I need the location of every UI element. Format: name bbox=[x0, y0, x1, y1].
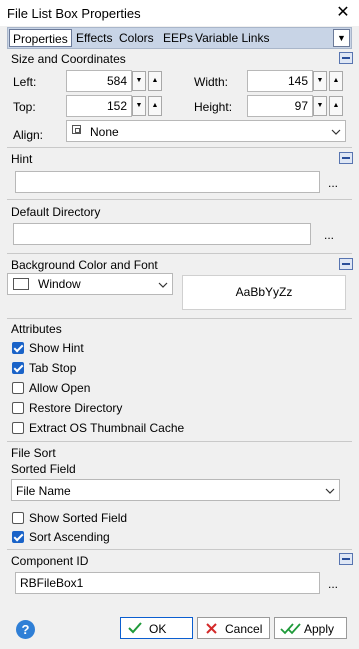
collapse-hint-section-icon[interactable] bbox=[339, 152, 353, 164]
file-sort-section-title: File Sort bbox=[11, 446, 56, 460]
show-hint-checkbox[interactable] bbox=[12, 342, 24, 354]
collapse-component-id-section-icon[interactable] bbox=[339, 553, 353, 565]
default-directory-ellipsis-button[interactable]: ... bbox=[321, 228, 337, 242]
chevron-down-icon bbox=[331, 129, 341, 135]
apply-label: Apply bbox=[304, 622, 335, 636]
width-field[interactable]: 145 bbox=[247, 70, 313, 92]
left-spin-down-icon[interactable]: ▼ bbox=[132, 71, 146, 91]
collapse-size-section-icon[interactable] bbox=[339, 52, 353, 64]
width-spin-up-icon[interactable]: ▲ bbox=[329, 71, 343, 91]
left-spin-up-icon[interactable]: ▲ bbox=[148, 71, 162, 91]
close-button[interactable]: ✕ bbox=[333, 3, 353, 23]
height-label: Height: bbox=[194, 100, 233, 114]
sorted-field-combo[interactable]: File Name bbox=[11, 479, 340, 501]
window-title: File List Box Properties bbox=[7, 6, 141, 21]
component-id-ellipsis-button[interactable]: ... bbox=[325, 577, 341, 591]
tab-eeps[interactable]: EEPs bbox=[163, 31, 193, 45]
separator bbox=[7, 147, 352, 148]
tab-effects[interactable]: Effects bbox=[76, 31, 112, 45]
hint-section-title: Hint bbox=[11, 152, 33, 166]
align-combo[interactable]: None bbox=[66, 120, 346, 142]
double-check-icon bbox=[280, 623, 301, 635]
tab-overflow-dropdown[interactable]: ▼ bbox=[333, 29, 350, 47]
left-label: Left: bbox=[13, 75, 37, 89]
size-section-title: Size and Coordinates bbox=[11, 52, 126, 66]
sorted-field-value: File Name bbox=[16, 484, 71, 498]
default-directory-input[interactable] bbox=[13, 223, 311, 245]
attributes-section-title: Attributes bbox=[11, 322, 62, 336]
ok-label: OK bbox=[149, 622, 167, 636]
chevron-down-icon bbox=[158, 282, 168, 288]
separator bbox=[7, 441, 352, 442]
color-swatch-icon bbox=[13, 278, 29, 290]
sort-ascending-label: Sort Ascending bbox=[29, 530, 110, 544]
align-value: None bbox=[90, 125, 119, 139]
check-icon bbox=[128, 622, 142, 634]
top-label: Top: bbox=[13, 100, 36, 114]
triangle-down-icon: ▼ bbox=[337, 33, 346, 43]
default-directory-section-title: Default Directory bbox=[11, 205, 101, 219]
top-spin-up-icon[interactable]: ▲ bbox=[148, 96, 162, 116]
extract-thumbnail-cache-label: Extract OS Thumbnail Cache bbox=[29, 421, 185, 435]
collapse-background-section-icon[interactable] bbox=[339, 258, 353, 270]
background-color-combo[interactable]: Window bbox=[7, 273, 173, 295]
chevron-down-icon bbox=[325, 488, 335, 494]
separator bbox=[7, 199, 352, 200]
background-color-value: Window bbox=[38, 277, 81, 291]
x-icon bbox=[206, 623, 217, 634]
ok-button[interactable]: OK bbox=[120, 617, 193, 639]
apply-button[interactable]: Apply bbox=[274, 617, 347, 639]
height-field[interactable]: 97 bbox=[247, 95, 313, 117]
show-sorted-field-checkbox[interactable] bbox=[12, 512, 24, 524]
extract-thumbnail-cache-checkbox[interactable] bbox=[12, 422, 24, 434]
align-none-icon bbox=[72, 125, 81, 134]
left-field[interactable]: 584 bbox=[66, 70, 132, 92]
separator bbox=[7, 549, 352, 550]
separator bbox=[7, 253, 352, 254]
height-spin-down-icon[interactable]: ▼ bbox=[313, 96, 327, 116]
tab-stop-checkbox[interactable] bbox=[12, 362, 24, 374]
width-spin-down-icon[interactable]: ▼ bbox=[313, 71, 327, 91]
sort-ascending-checkbox[interactable] bbox=[12, 531, 24, 543]
top-spin-down-icon[interactable]: ▼ bbox=[132, 96, 146, 116]
sorted-field-label: Sorted Field bbox=[11, 462, 76, 476]
restore-directory-checkbox[interactable] bbox=[12, 402, 24, 414]
allow-open-checkbox[interactable] bbox=[12, 382, 24, 394]
separator bbox=[7, 318, 352, 319]
tab-properties[interactable]: Properties bbox=[9, 29, 72, 47]
restore-directory-label: Restore Directory bbox=[29, 401, 123, 415]
cancel-label: Cancel bbox=[225, 622, 263, 636]
font-preview-button[interactable]: AaBbYyZz bbox=[182, 275, 346, 310]
component-id-section-title: Component ID bbox=[11, 554, 89, 568]
width-label: Width: bbox=[194, 75, 229, 89]
align-label: Align: bbox=[13, 128, 44, 142]
component-id-input[interactable]: RBFileBox1 bbox=[15, 572, 320, 594]
help-icon[interactable]: ? bbox=[16, 620, 35, 639]
background-section-title: Background Color and Font bbox=[11, 258, 158, 272]
show-hint-label: Show Hint bbox=[29, 341, 84, 355]
top-field[interactable]: 152 bbox=[66, 95, 132, 117]
tab-variable-links[interactable]: Variable Links bbox=[195, 31, 269, 45]
hint-ellipsis-button[interactable]: ... bbox=[325, 176, 341, 190]
show-sorted-field-label: Show Sorted Field bbox=[29, 511, 128, 525]
tab-colors[interactable]: Colors bbox=[119, 31, 154, 45]
tab-stop-label: Tab Stop bbox=[29, 361, 77, 375]
cancel-button[interactable]: Cancel bbox=[197, 617, 270, 639]
hint-input[interactable] bbox=[15, 171, 320, 193]
allow-open-label: Allow Open bbox=[29, 381, 91, 395]
height-spin-up-icon[interactable]: ▲ bbox=[329, 96, 343, 116]
